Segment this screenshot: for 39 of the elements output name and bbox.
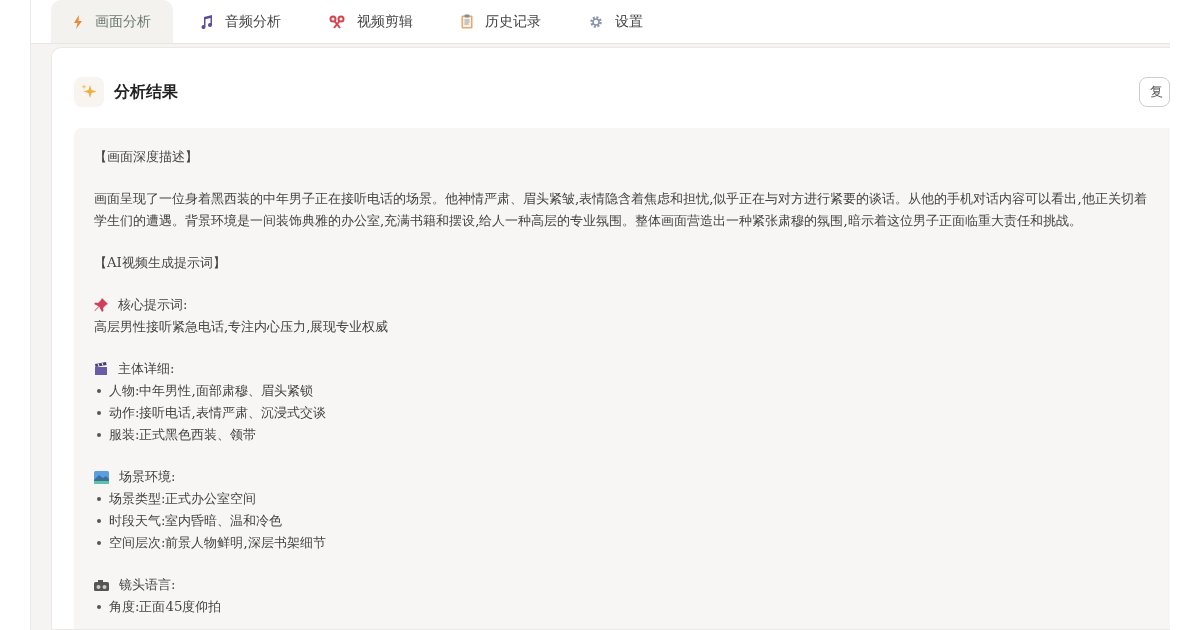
camera-icon — [94, 579, 109, 591]
list-item: 人物:中年男性,面部肃穆、眉头紧锁 — [109, 382, 313, 400]
subheading: 镜头语言: — [119, 576, 176, 594]
list-item: 场景类型:正式办公室空间 — [109, 490, 257, 508]
tab[interactable]: 视频剪辑 — [307, 0, 435, 43]
section-heading: 【AI视频生成提示词】 — [94, 254, 227, 272]
list-item: 服装:正式黑色西装、领带 — [109, 426, 257, 444]
subheading: 主体详细: — [118, 360, 175, 378]
list-item: 空间层次:前景人物鲜明,深层书架细节 — [109, 534, 326, 552]
tab[interactable]: 画面分析 — [51, 0, 173, 43]
prompt-text: 高层男性接听紧急电话,专注内心压力,展现专业权威 — [94, 318, 390, 336]
section-heading: 【画面深度描述】 — [94, 148, 199, 166]
section-title: 分析结果 — [114, 82, 178, 102]
settings-icon — [589, 14, 603, 29]
list-item: 动作:接听电话,表情严肃、沉浸式交谈 — [109, 404, 326, 422]
tab[interactable]: 设置 — [567, 0, 665, 43]
clapperboard-icon — [94, 362, 108, 376]
subheading: 核心提示词: — [118, 296, 188, 314]
music-note-icon — [199, 14, 213, 29]
scissors-icon — [329, 14, 345, 29]
list-item: 时段天气:室内昏暗、温和冷色 — [109, 512, 283, 530]
bullet-icon — [97, 411, 101, 415]
description-paragraph: 画面呈现了一位身着黑西装的中年男子正在接听电话的场景。他神情严肃、眉头紧皱,表情隐含着焦虑和担忧,似乎正在与对方进行紧要的谈话。从他的手机对话内容可以看出,他正关切着学生们的遭遇。背景环境是一间装饰典雅的办公室,充满书籍和摆设,给人一种高层的专业氛围。整体画面营造出一种紧张肃穆的氛围,暗示着这位男子正面临重大责任和挑战。 — [94, 190, 1148, 230]
bullet-icon — [97, 497, 101, 501]
bullet-icon — [97, 605, 101, 609]
bullet-icon — [97, 541, 101, 545]
bullet-icon — [97, 433, 101, 437]
clipboard-icon — [461, 14, 473, 29]
bullet-icon — [97, 519, 101, 523]
list-item: 角度:正面45度仰拍 — [109, 598, 222, 616]
copy-button[interactable]: 复 — [1139, 77, 1170, 107]
pushpin-icon — [94, 298, 108, 312]
landscape-icon — [94, 470, 109, 484]
subheading: 场景环境: — [119, 468, 176, 486]
bullet-icon — [97, 389, 101, 393]
bolt-icon — [73, 14, 83, 29]
tab[interactable]: 音频分析 — [177, 0, 303, 43]
tab[interactable]: 历史记录 — [439, 0, 563, 43]
sparkles-icon — [74, 77, 104, 107]
